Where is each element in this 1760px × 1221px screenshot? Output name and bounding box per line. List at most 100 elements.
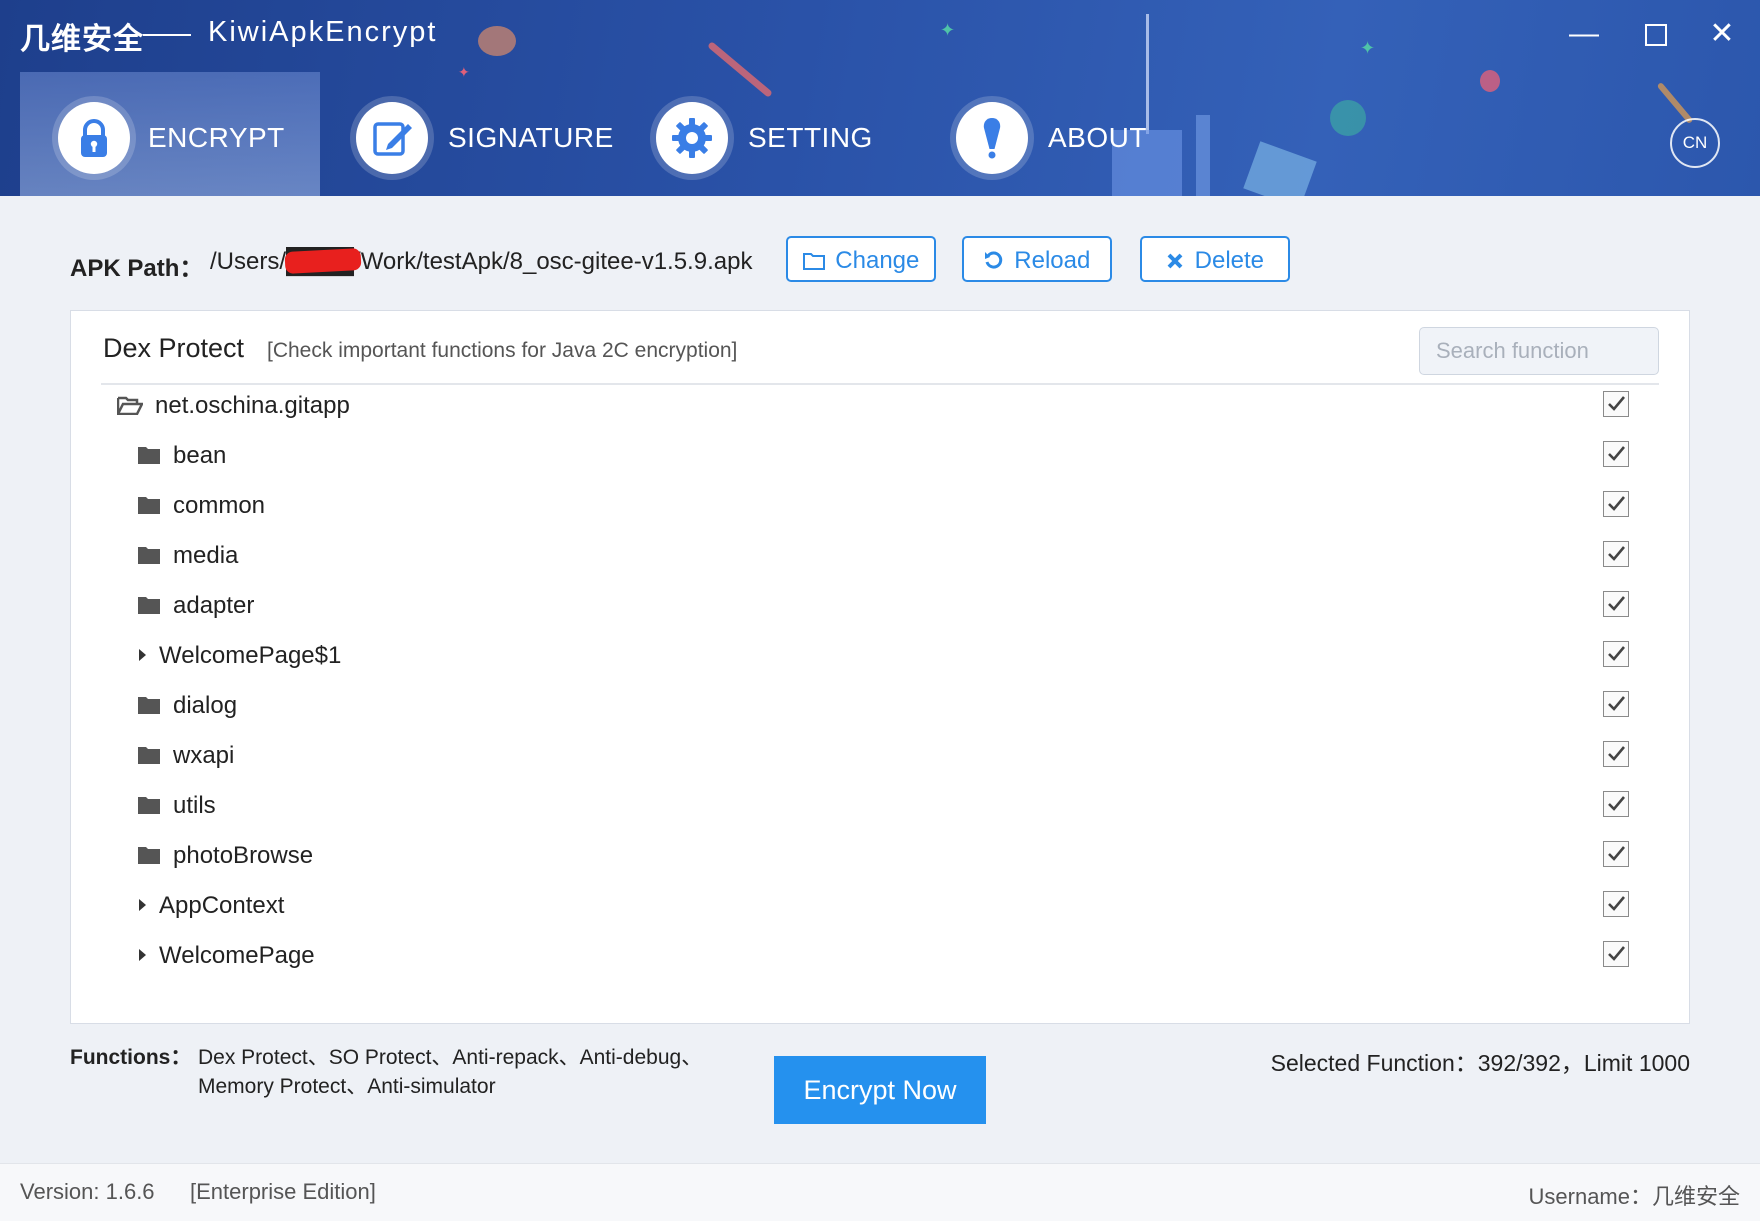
reload-button[interactable]: Reload (962, 236, 1112, 282)
folder-icon (137, 495, 161, 520)
title-bar: 几维安全 KiwiApkEncrypt — ✕ (0, 0, 1760, 70)
tree-row[interactable]: adapter (71, 581, 1689, 631)
tab-label: ABOUT (1048, 122, 1147, 153)
change-button[interactable]: Change (786, 236, 936, 282)
decor-cube (1243, 141, 1317, 196)
app-title: KiwiApkEncrypt (208, 16, 438, 48)
tree-item-label: common (173, 492, 266, 519)
checkbox[interactable] (1603, 841, 1629, 867)
checkmark-icon (1608, 796, 1625, 811)
language-toggle[interactable]: CN (1670, 118, 1720, 168)
checkbox[interactable] (1603, 591, 1629, 617)
tree-item-label: wxapi (173, 742, 235, 769)
folder-icon (137, 795, 161, 820)
reload-label: Reload (1014, 247, 1091, 274)
change-label: Change (835, 247, 920, 274)
tree-row[interactable]: wxapi (71, 731, 1689, 781)
encrypt-now-button[interactable]: Encrypt Now (774, 1056, 986, 1124)
tree-row[interactable]: utils (71, 781, 1689, 831)
expand-caret-icon[interactable] (139, 899, 146, 911)
redaction-mark (284, 248, 362, 274)
tree-row[interactable]: common (71, 481, 1689, 531)
checkmark-icon (1608, 946, 1625, 961)
tab-label: SETTING (748, 122, 873, 153)
brand-divider (143, 34, 191, 36)
expand-caret-icon[interactable] (139, 949, 146, 961)
tree-item-label: adapter (173, 592, 255, 619)
checkmark-icon (1608, 596, 1625, 611)
checkbox[interactable] (1603, 891, 1629, 917)
decor-planet (1330, 100, 1366, 136)
folder-icon (137, 595, 161, 620)
tab-setting[interactable]: SETTING (620, 72, 920, 196)
checkmark-icon (1608, 696, 1625, 711)
lock-icon (58, 102, 130, 174)
search-input[interactable] (1419, 327, 1659, 375)
folder-icon (137, 745, 161, 770)
tree-item-label: media (173, 542, 239, 569)
apk-path-label: APK Path： (70, 255, 204, 282)
tree-item-label: bean (173, 442, 227, 469)
functions-label: Functions： (70, 1046, 192, 1069)
tree-item-label: photoBrowse (173, 842, 314, 869)
checkmark-icon (1608, 546, 1625, 561)
version-text: Version: 1.6.6 (20, 1179, 155, 1204)
checkmark-icon (1608, 896, 1625, 911)
checkbox[interactable] (1603, 791, 1629, 817)
panel-title: Dex Protect (103, 333, 245, 363)
tree-row[interactable]: dialog (71, 681, 1689, 731)
folder-icon (137, 445, 161, 470)
tree-row[interactable]: net.oschina.gitapp (71, 381, 1689, 431)
dex-protect-panel: Dex Protect [Check important functions f… (70, 310, 1690, 1024)
checkmark-icon (1608, 396, 1625, 411)
brand-logo: 几维安全 (20, 23, 144, 56)
tree-row[interactable]: media (71, 531, 1689, 581)
decor-planet (1480, 70, 1500, 92)
checkbox[interactable] (1603, 741, 1629, 767)
tree-row[interactable]: bean (71, 431, 1689, 481)
tab-label: ENCRYPT (148, 122, 285, 153)
delete-label: Delete (1194, 247, 1265, 274)
checkbox[interactable] (1603, 541, 1629, 567)
tree-item-label: AppContext (159, 892, 285, 919)
maximize-icon (1645, 24, 1667, 46)
tab-label: SIGNATURE (448, 122, 614, 153)
expand-caret-icon[interactable] (139, 649, 146, 661)
tree-row[interactable]: photoBrowse (71, 831, 1689, 881)
tree-row[interactable]: AppContext (71, 881, 1689, 931)
checkbox[interactable] (1603, 691, 1629, 717)
checkmark-icon (1608, 746, 1625, 761)
minimize-button[interactable]: — (1562, 14, 1606, 54)
tree-item-label: WelcomePage$1 (159, 642, 342, 669)
checkbox[interactable] (1603, 491, 1629, 517)
tree-row[interactable]: WelcomePage (71, 931, 1689, 981)
checkmark-icon (1608, 446, 1625, 461)
checkmark-icon (1608, 646, 1625, 661)
close-icon (1166, 247, 1191, 274)
gear-icon (656, 102, 728, 174)
decor-meteor (1656, 81, 1694, 125)
tree-row[interactable]: WelcomePage$1 (71, 631, 1689, 681)
selected-function-count: Selected Function：392/392，Limit 1000 (1270, 1050, 1690, 1076)
checkbox[interactable] (1603, 641, 1629, 667)
folder-icon (137, 845, 161, 870)
functions-info: Functions： Dex Protect、SO Protect、Anti-r… (70, 1043, 702, 1098)
checkbox[interactable] (1603, 441, 1629, 467)
folder-icon (802, 247, 832, 274)
reload-icon (984, 247, 1011, 274)
checkbox[interactable] (1603, 941, 1629, 967)
tree-item-label: dialog (173, 692, 238, 719)
folder-icon (137, 545, 161, 570)
folder-open-icon (116, 395, 145, 420)
tab-about[interactable]: ABOUT (920, 72, 1220, 196)
checkmark-icon (1608, 496, 1625, 511)
tab-signature[interactable]: SIGNATURE (320, 72, 620, 196)
maximize-button[interactable] (1634, 14, 1678, 54)
tab-encrypt[interactable]: ENCRYPT (20, 72, 320, 196)
panel-hint: [Check important functions for Java 2C e… (267, 339, 738, 362)
delete-button[interactable]: Delete (1140, 236, 1290, 282)
checkbox[interactable] (1603, 391, 1629, 417)
close-button[interactable]: ✕ (1700, 14, 1744, 54)
header-banner: ✦ ✦ ✦ 几维安全 KiwiApkEncrypt — ✕ ENCRYPT SI… (0, 0, 1760, 196)
tree-item-label: net.oschina.gitapp (155, 392, 350, 419)
